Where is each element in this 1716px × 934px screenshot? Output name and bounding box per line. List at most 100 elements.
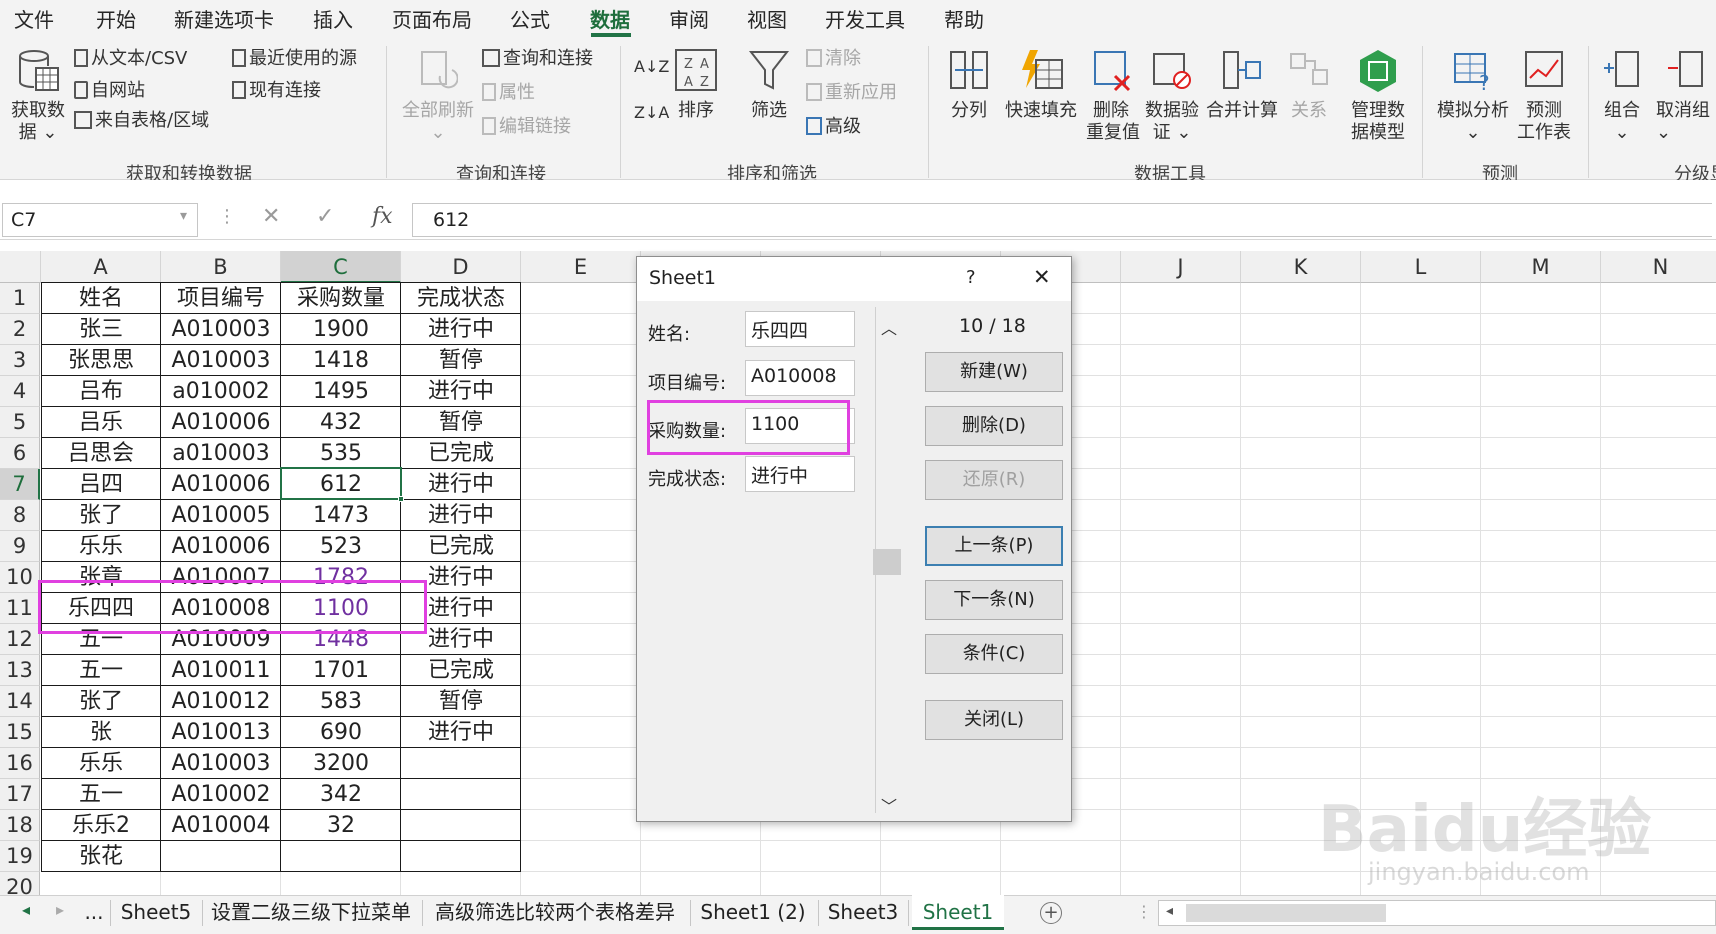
from-web-button[interactable]: 自网站: [74, 80, 145, 102]
cancel-icon[interactable]: ✕: [262, 204, 280, 229]
header-cell[interactable]: 完成状态: [401, 283, 521, 314]
scrollbar-thumb[interactable]: [873, 549, 901, 575]
row-header[interactable]: 8: [0, 500, 40, 531]
table-cell[interactable]: A010012: [161, 686, 281, 717]
table-cell[interactable]: A010003: [161, 314, 281, 345]
close-dialog-button[interactable]: 关闭(L): [925, 700, 1063, 740]
row-header[interactable]: 9: [0, 531, 40, 562]
table-cell[interactable]: A010006: [161, 469, 281, 500]
table-cell[interactable]: 张: [41, 717, 161, 748]
from-text-csv-button[interactable]: 从文本/CSV: [74, 48, 187, 70]
table-cell[interactable]: [401, 810, 521, 841]
table-cell[interactable]: 690: [281, 717, 401, 748]
table-cell[interactable]: 张思思: [41, 345, 161, 376]
tab-sheet5[interactable]: Sheet5: [114, 895, 198, 930]
row-header[interactable]: 11: [0, 593, 40, 624]
column-header-n[interactable]: N: [1601, 251, 1716, 283]
row-header[interactable]: 1: [0, 283, 40, 314]
menu-insert[interactable]: 插入: [313, 4, 353, 33]
menu-home[interactable]: 开始: [96, 4, 136, 33]
table-cell[interactable]: A010013: [161, 717, 281, 748]
remove-duplicates-button[interactable]: 删除 重复值: [1086, 48, 1140, 144]
table-cell[interactable]: [401, 841, 521, 872]
insert-function-icon[interactable]: fx: [372, 204, 393, 229]
table-cell[interactable]: 32: [281, 810, 401, 841]
column-header-a[interactable]: A: [41, 251, 161, 283]
menu-review[interactable]: 审阅: [669, 4, 709, 33]
tab-sheet1[interactable]: Sheet1: [912, 895, 1004, 930]
tab-scroll-right-icon[interactable]: ▸: [56, 900, 64, 919]
table-cell[interactable]: 583: [281, 686, 401, 717]
tab-more[interactable]: ...: [80, 895, 108, 930]
table-cell[interactable]: 吕四: [41, 469, 161, 500]
field-input-project-code[interactable]: A010008: [745, 360, 855, 396]
table-cell[interactable]: A010005: [161, 500, 281, 531]
text-to-columns-button[interactable]: 分列: [942, 48, 996, 122]
column-header-e[interactable]: E: [521, 251, 641, 283]
tab-dropdown-menu[interactable]: 设置二级三级下拉菜单: [206, 895, 416, 930]
table-cell[interactable]: A010006: [161, 407, 281, 438]
name-box[interactable]: C7: [2, 203, 198, 237]
scroll-down-icon[interactable]: ﹀: [881, 793, 897, 817]
new-record-button[interactable]: 新建(W): [925, 352, 1063, 392]
row-header[interactable]: 4: [0, 376, 40, 407]
table-cell[interactable]: A010002: [161, 779, 281, 810]
row-header[interactable]: 3: [0, 345, 40, 376]
table-cell[interactable]: 吕布: [41, 376, 161, 407]
menu-view[interactable]: 视图: [747, 4, 787, 33]
close-icon[interactable]: ✕: [1033, 265, 1051, 289]
prev-record-button[interactable]: 上一条(P): [925, 526, 1063, 566]
column-header-d[interactable]: D: [401, 251, 521, 283]
filter-button[interactable]: 筛选: [744, 48, 794, 122]
table-cell[interactable]: 1701: [281, 655, 401, 686]
add-sheet-icon[interactable]: +: [1040, 902, 1062, 924]
table-cell[interactable]: 1495: [281, 376, 401, 407]
menu-formulas[interactable]: 公式: [510, 4, 550, 33]
menu-page-layout[interactable]: 页面布局: [392, 4, 472, 33]
ungroup-button[interactable]: 取消组 ⌄: [1656, 48, 1716, 144]
from-table-button[interactable]: 来自表格/区域: [74, 110, 209, 132]
row-header[interactable]: 18: [0, 810, 40, 841]
table-cell[interactable]: [281, 841, 401, 872]
table-cell[interactable]: 432: [281, 407, 401, 438]
table-cell[interactable]: 张了: [41, 686, 161, 717]
advanced-filter-button[interactable]: 高级: [806, 116, 861, 138]
table-cell[interactable]: 523: [281, 531, 401, 562]
row-header[interactable]: 19: [0, 841, 40, 872]
flash-fill-button[interactable]: 快速填充: [1002, 48, 1080, 122]
row-header[interactable]: 13: [0, 655, 40, 686]
table-cell[interactable]: 张花: [41, 841, 161, 872]
relationships-button[interactable]: 关系: [1284, 48, 1334, 122]
row-header[interactable]: 16: [0, 748, 40, 779]
what-if-analysis-button[interactable]: ? 模拟分析 ⌄: [1432, 48, 1514, 144]
sort-button[interactable]: ZAAZ 排序: [670, 48, 722, 122]
get-data-button[interactable]: 获取数 据 ⌄: [8, 48, 68, 144]
delete-record-button[interactable]: 删除(D): [925, 406, 1063, 446]
help-button[interactable]: ?: [966, 267, 976, 288]
table-cell[interactable]: 五一: [41, 779, 161, 810]
table-cell[interactable]: 已完成: [401, 655, 521, 686]
table-cell[interactable]: 暂停: [401, 407, 521, 438]
table-cell[interactable]: 进行中: [401, 500, 521, 531]
scroll-up-icon[interactable]: ︿: [881, 315, 897, 339]
field-input-name[interactable]: 乐四四: [745, 311, 855, 347]
column-header-j[interactable]: J: [1121, 251, 1241, 283]
tab-sheet3[interactable]: Sheet3: [822, 895, 904, 930]
table-cell[interactable]: a010002: [161, 376, 281, 407]
formula-input[interactable]: 612: [412, 203, 1712, 237]
forecast-sheet-button[interactable]: 预测 工作表: [1514, 48, 1574, 144]
row-header[interactable]: 15: [0, 717, 40, 748]
hscroll-thumb[interactable]: [1186, 904, 1386, 922]
properties-button[interactable]: 属性: [482, 82, 535, 104]
table-cell[interactable]: 3200: [281, 748, 401, 779]
row-header[interactable]: 14: [0, 686, 40, 717]
recent-sources-button[interactable]: 最近使用的源: [232, 48, 357, 70]
header-cell[interactable]: 姓名: [41, 283, 161, 314]
row-header[interactable]: 10: [0, 562, 40, 593]
row-header[interactable]: 5: [0, 407, 40, 438]
select-all-corner[interactable]: [0, 251, 41, 283]
consolidate-button[interactable]: 合并计算: [1204, 48, 1280, 122]
table-cell[interactable]: a010003: [161, 438, 281, 469]
table-cell[interactable]: 乐乐2: [41, 810, 161, 841]
sort-descending-button[interactable]: Z↓A: [634, 102, 669, 124]
